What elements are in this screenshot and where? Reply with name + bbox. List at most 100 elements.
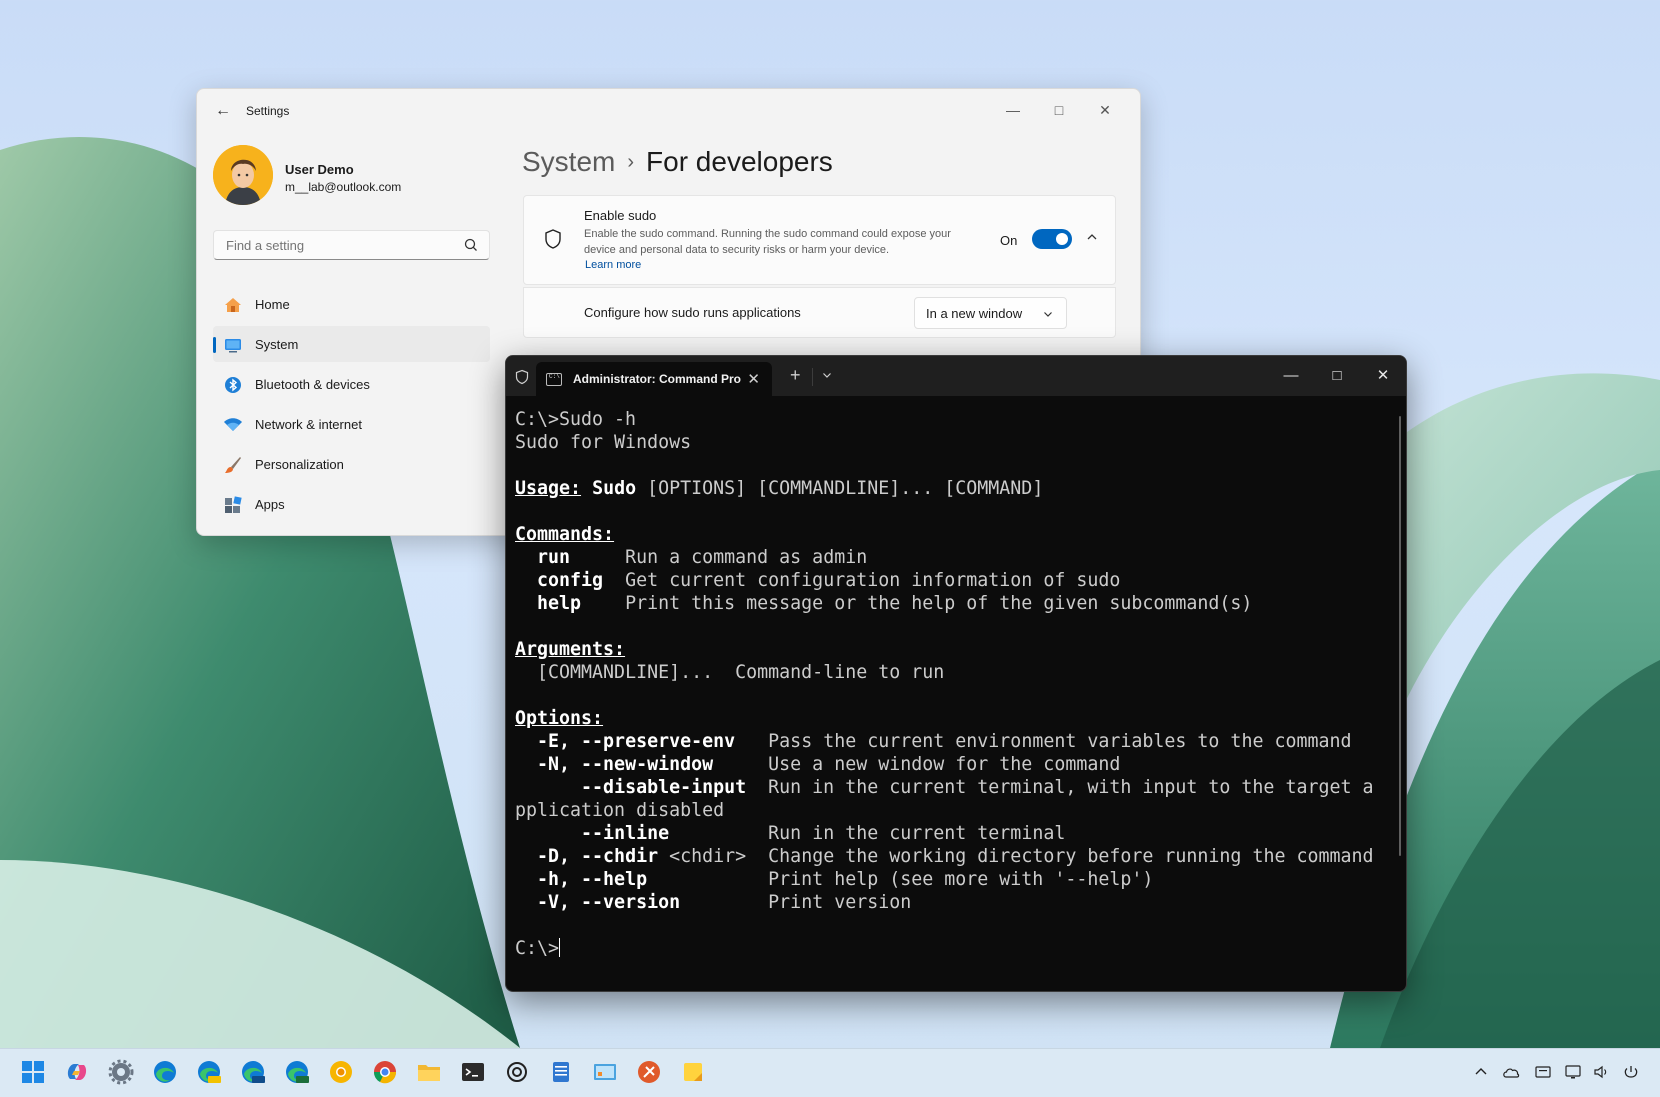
- sidebar-item-system[interactable]: System: [213, 326, 490, 362]
- option-flag: --inline: [581, 823, 670, 844]
- terminal-tab-title: Administrator: Command Pro: [573, 372, 742, 386]
- start-icon[interactable]: [20, 1059, 46, 1085]
- settings-window-title: Settings: [246, 104, 290, 118]
- sidebar-item-label: System: [255, 337, 299, 352]
- sidebar-item-label: Personalization: [255, 457, 344, 472]
- control-panel-icon[interactable]: [592, 1059, 618, 1085]
- terminal-line: run Run a command as admin: [515, 546, 1392, 569]
- terminal-prompt-line: C:\>: [515, 937, 1392, 960]
- command-desc: Print this message or the help of the gi…: [625, 593, 1253, 614]
- learn-more-link[interactable]: Learn more: [585, 259, 641, 271]
- sudo-mode-dropdown[interactable]: In a new window: [914, 297, 1067, 329]
- close-tab-icon[interactable]: ✕: [747, 370, 760, 388]
- option-flag: -N, --new-window: [537, 754, 714, 775]
- new-tab-button[interactable]: +: [790, 365, 801, 386]
- sidebar-item-label: Apps: [255, 497, 285, 512]
- search-input[interactable]: [224, 237, 458, 254]
- terminal-maximize-button[interactable]: □: [1314, 360, 1360, 392]
- usage-heading: Usage:: [515, 478, 582, 499]
- command-name: help: [537, 593, 582, 614]
- back-arrow-icon[interactable]: ←: [213, 101, 233, 121]
- chatgpt-icon[interactable]: [504, 1059, 530, 1085]
- enable-sudo-title: Enable sudo: [584, 208, 657, 223]
- sidebar-item-network[interactable]: Network & internet: [213, 406, 490, 442]
- onedrive-icon[interactable]: [1502, 1063, 1520, 1081]
- edge-dev-icon[interactable]: [284, 1059, 310, 1085]
- breadcrumb-parent[interactable]: System: [522, 146, 615, 177]
- power-icon[interactable]: [1622, 1063, 1640, 1081]
- terminal-line: --inline Run in the current terminal: [515, 822, 1392, 845]
- terminal-icon[interactable]: [460, 1059, 486, 1085]
- notepad-icon[interactable]: [548, 1059, 574, 1085]
- sidebar-item-personalization[interactable]: Personalization: [213, 446, 490, 482]
- sticky-notes-icon[interactable]: [680, 1059, 706, 1085]
- close-button[interactable]: ✕: [1082, 95, 1128, 125]
- settings-titlebar: ← Settings — □ ✕: [197, 89, 1140, 131]
- terminal-line: Sudo for Windows: [515, 432, 692, 453]
- app-orange-icon[interactable]: [636, 1059, 662, 1085]
- terminal-scrollbar[interactable]: [1399, 416, 1401, 856]
- toggle-state-label: On: [1000, 233, 1018, 248]
- arguments-heading: Arguments:: [515, 639, 626, 660]
- chrome-icon[interactable]: [372, 1059, 398, 1085]
- terminal-line: config Get current configuration informa…: [515, 569, 1392, 592]
- terminal-close-button[interactable]: ✕: [1360, 360, 1406, 392]
- options-heading: Options:: [515, 708, 604, 729]
- terminal-line: -N, --new-window Use a new window for th…: [515, 753, 1392, 776]
- sidebar-item-apps[interactable]: Apps: [213, 486, 490, 522]
- user-email: m__lab@outlook.com: [285, 180, 402, 194]
- sidebar-item-label: Network & internet: [255, 417, 362, 432]
- terminal-line: help Print this message or the help of t…: [515, 592, 1392, 615]
- option-flag: -E, --preserve-env: [537, 731, 736, 752]
- chevron-up-icon[interactable]: [1472, 1063, 1490, 1081]
- terminal-line: --disable-input Run in the current termi…: [515, 776, 1392, 799]
- edge-beta-icon[interactable]: [240, 1059, 266, 1085]
- sidebar-item-label: Home: [255, 297, 290, 312]
- option-flag: -D, --chdir: [537, 846, 659, 867]
- sidebar-item-home[interactable]: Home: [213, 286, 490, 322]
- terminal-tab[interactable]: Administrator: Command Pro ✕: [536, 362, 772, 396]
- terminal-output[interactable]: C:\>Sudo -h Sudo for Windows Usage: Sudo…: [515, 408, 1392, 991]
- terminal-line: -D, --chdir <chdir> Change the working d…: [515, 845, 1392, 868]
- sidebar-item-bluetooth[interactable]: Bluetooth & devices: [213, 366, 490, 402]
- terminal-minimize-button[interactable]: —: [1268, 360, 1314, 392]
- minimize-button[interactable]: —: [990, 95, 1036, 125]
- option-desc: Print help (see more with '--help'): [768, 869, 1154, 890]
- terminal-line: Commands:: [515, 523, 1392, 546]
- file-explorer-icon[interactable]: [416, 1059, 442, 1085]
- taskbar: [0, 1048, 1660, 1097]
- user-name: User Demo: [285, 162, 354, 177]
- terminal-line: Options:: [515, 707, 1392, 730]
- terminal-window: Administrator: Command Pro ✕ + — □ ✕ C:\…: [505, 355, 1407, 992]
- bluetooth-icon: [225, 377, 241, 393]
- edge-icon[interactable]: [152, 1059, 178, 1085]
- edge-canary-icon[interactable]: [196, 1059, 222, 1085]
- settings-gear-icon[interactable]: [108, 1059, 134, 1085]
- sidebar-item-label: Bluetooth & devices: [255, 377, 370, 392]
- breadcrumb: System › For developers: [522, 146, 833, 178]
- commands-heading: Commands:: [515, 524, 615, 545]
- network-icon[interactable]: [1564, 1063, 1582, 1081]
- language-icon[interactable]: [1534, 1063, 1552, 1081]
- wifi-icon: [224, 418, 242, 431]
- prompt: C:\>: [515, 938, 560, 959]
- enable-sudo-card[interactable]: Enable sudo Enable the sudo command. Run…: [523, 195, 1116, 285]
- maximize-button[interactable]: □: [1036, 95, 1082, 125]
- chevron-up-icon[interactable]: [1085, 230, 1099, 244]
- terminal-titlebar: Administrator: Command Pro ✕ + — □ ✕: [506, 356, 1406, 396]
- search-box[interactable]: [213, 230, 490, 260]
- option-desc: Change the working directory before runn…: [768, 846, 1374, 867]
- chrome-canary-icon[interactable]: [328, 1059, 354, 1085]
- volume-icon[interactable]: [1592, 1063, 1610, 1081]
- copilot-icon[interactable]: [64, 1059, 90, 1085]
- chevron-right-icon: ›: [627, 151, 635, 173]
- option-arg: <chdir>: [658, 846, 747, 867]
- enable-sudo-toggle[interactable]: [1032, 229, 1072, 249]
- tab-dropdown-icon[interactable]: [821, 369, 833, 381]
- configure-sudo-label: Configure how sudo runs applications: [584, 305, 801, 320]
- configure-sudo-card: Configure how sudo runs applications In …: [523, 287, 1116, 338]
